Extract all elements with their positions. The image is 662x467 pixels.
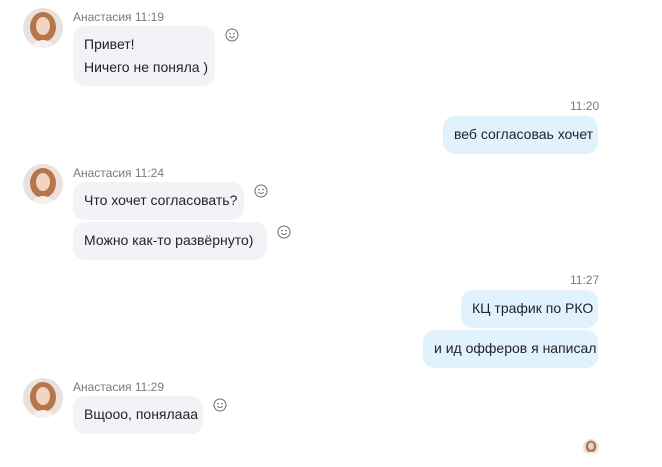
message-text: и ид офферов я написал xyxy=(434,340,597,356)
message-text: Вщооо, понялааа xyxy=(84,406,199,422)
message-bubble[interactable]: Что хочет согласовать? xyxy=(73,182,244,220)
message-text: веб согласоваь хочет xyxy=(454,126,594,142)
message-time: 11:29 xyxy=(134,380,165,394)
message-bubble[interactable]: Вщооо, понялааа xyxy=(73,396,203,434)
message-text: Можно как-то развёрнуто) xyxy=(84,232,254,248)
message-meta: Анастасия 11:29 xyxy=(73,380,164,394)
message-bubble[interactable]: веб согласоваь хочет xyxy=(443,116,598,154)
message-bubble[interactable]: Можно как-то развёрнуто) xyxy=(73,222,267,260)
sender-name: Анастасия xyxy=(73,380,132,394)
message-text: КЦ трафик по РКО xyxy=(472,300,594,316)
message-text: Что хочет согласовать? xyxy=(84,192,238,208)
message-time: 11:27 xyxy=(570,273,600,287)
smiley-icon[interactable] xyxy=(277,225,291,239)
message-time: 11:24 xyxy=(134,166,165,180)
message-text: Привет! xyxy=(84,36,135,52)
contact-avatar[interactable] xyxy=(23,8,63,48)
contact-avatar[interactable] xyxy=(23,378,63,418)
smiley-icon[interactable] xyxy=(225,28,239,42)
message-bubble[interactable]: и ид офферов я написал xyxy=(423,330,598,368)
contact-avatar[interactable] xyxy=(23,164,63,204)
message-text: Ничего не поняла ) xyxy=(84,59,209,75)
seen-avatar-icon xyxy=(583,439,599,455)
smiley-icon[interactable] xyxy=(213,398,227,412)
smiley-icon[interactable] xyxy=(254,184,268,198)
message-bubble[interactable]: Привет! Ничего не поняла ) xyxy=(73,26,215,86)
message-meta: Анастасия 11:19 xyxy=(73,10,164,24)
message-bubble[interactable]: КЦ трафик по РКО xyxy=(461,290,598,328)
message-time: 11:20 xyxy=(570,99,600,113)
sender-name: Анастасия xyxy=(73,10,132,24)
sender-name: Анастасия xyxy=(73,166,132,180)
message-time: 11:19 xyxy=(134,10,165,24)
message-meta: Анастасия 11:24 xyxy=(73,166,164,180)
